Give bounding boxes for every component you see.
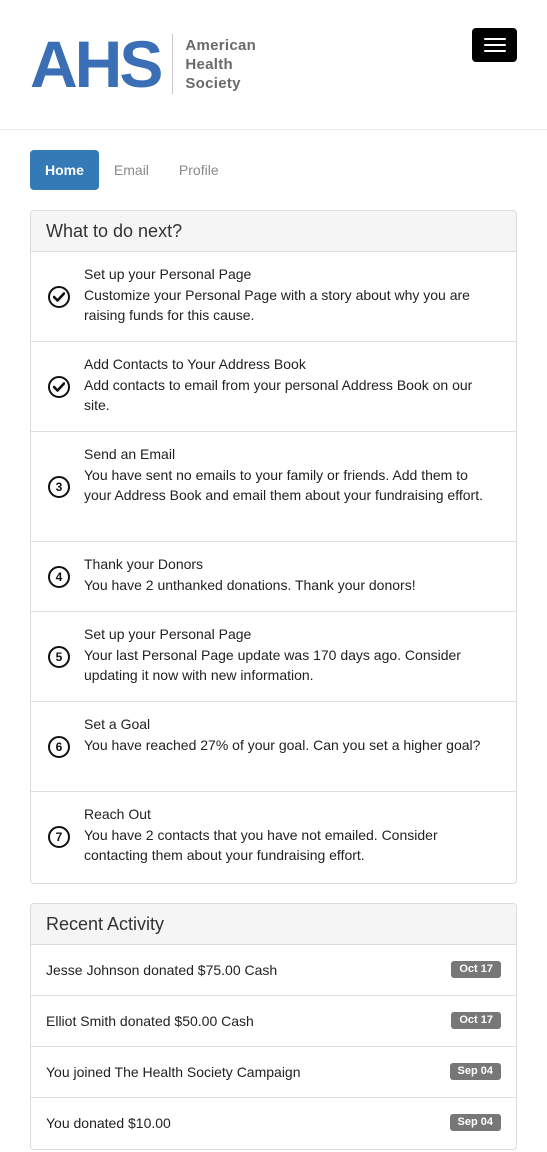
check-circle-icon (48, 376, 70, 398)
step-number-icon: 3 (48, 476, 70, 498)
todo-title: Set up your Personal Page (84, 626, 252, 642)
todo-title: Thank your Donors (84, 556, 204, 572)
logo-divider (172, 34, 174, 94)
main-tabs: Home Email Profile (30, 150, 234, 190)
todo-title: Add Contacts to Your Address Book (84, 356, 306, 372)
todo-item[interactable]: Add Contacts to Your Address Book Add co… (31, 342, 516, 432)
hamburger-menu-icon[interactable] (472, 28, 517, 62)
todo-panel-heading: What to do next? (31, 211, 516, 252)
logo-name-line-1: American (185, 36, 257, 54)
todo-desc: Customize your Personal Page with a stor… (84, 286, 470, 324)
todo-item[interactable]: 5 Set up your Personal Page Your last Pe… (31, 612, 516, 702)
activity-row: You joined The Health Society Campaign S… (31, 1047, 516, 1098)
menu-bar (483, 38, 506, 40)
ahs-logo[interactable]: AHS American Health Society (30, 27, 256, 101)
todo-desc: Your last Personal Page update was 170 d… (84, 646, 461, 684)
date-badge: Oct 17 (451, 1012, 501, 1029)
activity-text: You joined The Health Society Campaign (46, 1064, 301, 1080)
tab-home[interactable]: Home (30, 150, 99, 190)
step-number-icon: 6 (48, 736, 70, 758)
todo-desc: Add contacts to email from your personal… (84, 376, 473, 414)
todo-title: Set a Goal (84, 716, 151, 732)
activity-panel: Recent Activity Jesse Johnson donated $7… (30, 903, 517, 1150)
todo-desc: You have reached 27% of your goal. Can y… (84, 736, 481, 753)
logo-name: American Health Society (185, 36, 256, 93)
tab-profile[interactable]: Profile (164, 150, 234, 190)
logo-mark: AHS (30, 27, 163, 101)
todo-item[interactable]: 3 Send an Email You have sent no emails … (31, 432, 516, 542)
todo-panel: What to do next? Set up your Personal Pa… (30, 210, 517, 884)
todo-title: Reach Out (84, 806, 151, 822)
check-circle-icon (48, 286, 70, 308)
activity-text: You donated $10.00 (46, 1115, 171, 1131)
step-number-icon: 7 (48, 826, 70, 848)
activity-row: Jesse Johnson donated $75.00 Cash Oct 17 (31, 945, 516, 996)
activity-row: Elliot Smith donated $50.00 Cash Oct 17 (31, 996, 516, 1047)
step-number-icon: 4 (48, 566, 70, 588)
activity-text: Elliot Smith donated $50.00 Cash (46, 1013, 254, 1029)
site-header: AHS American Health Society (0, 0, 547, 130)
todo-item[interactable]: 7 Reach Out You have 2 contacts that you… (31, 792, 516, 882)
tab-email[interactable]: Email (99, 150, 164, 190)
todo-title: Set up your Personal Page (84, 266, 252, 282)
todo-desc: You have 2 unthanked donations. Thank yo… (84, 576, 416, 593)
todo-desc: You have sent no emails to your family o… (84, 466, 483, 504)
todo-title: Send an Email (84, 446, 176, 462)
menu-bar (483, 44, 506, 46)
todo-item[interactable]: 4 Thank your Donors You have 2 unthanked… (31, 542, 516, 612)
activity-panel-heading: Recent Activity (31, 904, 516, 945)
date-badge: Sep 04 (449, 1063, 501, 1080)
todo-item[interactable]: 6 Set a Goal You have reached 27% of you… (31, 702, 516, 792)
step-number-icon: 5 (48, 646, 70, 668)
logo-name-line-2: Health (185, 55, 234, 73)
activity-text: Jesse Johnson donated $75.00 Cash (46, 962, 278, 978)
activity-row: You donated $10.00 Sep 04 (31, 1098, 516, 1149)
todo-item[interactable]: Set up your Personal Page Customize your… (31, 252, 516, 342)
date-badge: Oct 17 (451, 961, 501, 978)
menu-bar (483, 50, 506, 52)
logo-name-line-3: Society (185, 74, 241, 92)
date-badge: Sep 04 (449, 1114, 501, 1131)
todo-desc: You have 2 contacts that you have not em… (84, 826, 438, 864)
